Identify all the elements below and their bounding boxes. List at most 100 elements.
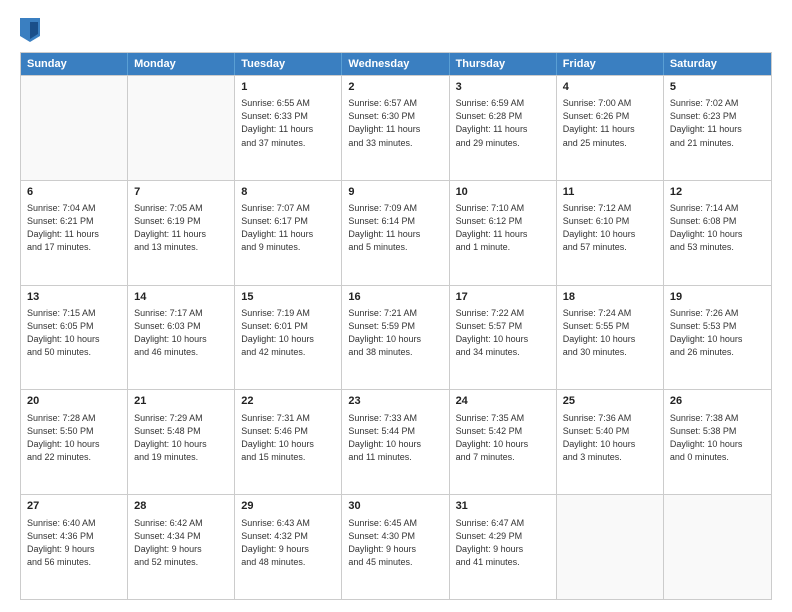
calendar-header: SundayMondayTuesdayWednesdayThursdayFrid… — [21, 53, 771, 75]
day-info: Sunrise: 7:19 AM Sunset: 6:01 PM Dayligh… — [241, 307, 335, 359]
calendar-cell — [21, 76, 128, 180]
calendar-cell: 12 Sunrise: 7:14 AM Sunset: 6:08 PM Dayli… — [664, 181, 771, 285]
day-info: Sunrise: 6:59 AM Sunset: 6:28 PM Dayligh… — [456, 97, 550, 149]
day-info: Sunrise: 7:24 AM Sunset: 5:55 PM Dayligh… — [563, 307, 657, 359]
day-info: Sunrise: 7:14 AM Sunset: 6:08 PM Dayligh… — [670, 202, 765, 254]
day-number: 18 — [563, 290, 657, 305]
day-info: Sunrise: 6:43 AM Sunset: 4:32 PM Dayligh… — [241, 517, 335, 569]
day-header: Thursday — [450, 53, 557, 75]
calendar-body: 1 Sunrise: 6:55 AM Sunset: 6:33 PM Daylig… — [21, 75, 771, 599]
calendar-cell — [557, 495, 664, 599]
day-info: Sunrise: 7:29 AM Sunset: 5:48 PM Dayligh… — [134, 412, 228, 464]
day-info: Sunrise: 7:07 AM Sunset: 6:17 PM Dayligh… — [241, 202, 335, 254]
calendar-cell: 11 Sunrise: 7:12 AM Sunset: 6:10 PM Dayli… — [557, 181, 664, 285]
calendar-cell: 17Sunrise: 7:22 AM Sunset: 5:57 PM Dayli… — [450, 286, 557, 390]
calendar-cell: 24 Sunrise: 7:35 AM Sunset: 5:42 PM Dayli… — [450, 390, 557, 494]
day-info: Sunrise: 7:05 AM Sunset: 6:19 PM Dayligh… — [134, 202, 228, 254]
day-number: 2 — [348, 80, 442, 95]
calendar-cell: 18 Sunrise: 7:24 AM Sunset: 5:55 PM Dayli… — [557, 286, 664, 390]
day-info: Sunrise: 7:00 AM Sunset: 6:26 PM Dayligh… — [563, 97, 657, 149]
day-number: 29 — [241, 499, 335, 514]
day-number: 17 — [456, 290, 550, 305]
day-number: 26 — [670, 394, 765, 409]
calendar-cell: 22 Sunrise: 7:31 AM Sunset: 5:46 PM Dayli… — [235, 390, 342, 494]
day-number: 5 — [670, 80, 765, 95]
day-number: 31 — [456, 499, 550, 514]
day-number: 14 — [134, 290, 228, 305]
calendar-cell: 7Sunrise: 7:05 AM Sunset: 6:19 PM Daylig… — [128, 181, 235, 285]
day-number: 16 — [348, 290, 442, 305]
day-number: 4 — [563, 80, 657, 95]
day-number: 9 — [348, 185, 442, 200]
day-info: Sunrise: 7:26 AM Sunset: 5:53 PM Dayligh… — [670, 307, 765, 359]
day-header: Friday — [557, 53, 664, 75]
day-info: Sunrise: 7:17 AM Sunset: 6:03 PM Dayligh… — [134, 307, 228, 359]
calendar-row: 1 Sunrise: 6:55 AM Sunset: 6:33 PM Daylig… — [21, 75, 771, 180]
calendar-cell: 19Sunrise: 7:26 AM Sunset: 5:53 PM Dayli… — [664, 286, 771, 390]
calendar-cell: 4 Sunrise: 7:00 AM Sunset: 6:26 PM Daylig… — [557, 76, 664, 180]
calendar-row: 6Sunrise: 7:04 AM Sunset: 6:21 PM Daylig… — [21, 180, 771, 285]
day-info: Sunrise: 7:02 AM Sunset: 6:23 PM Dayligh… — [670, 97, 765, 149]
calendar-cell: 26 Sunrise: 7:38 AM Sunset: 5:38 PM Dayli… — [664, 390, 771, 494]
day-info: Sunrise: 7:28 AM Sunset: 5:50 PM Dayligh… — [27, 412, 121, 464]
day-number: 21 — [134, 394, 228, 409]
calendar-cell: 16 Sunrise: 7:21 AM Sunset: 5:59 PM Dayli… — [342, 286, 449, 390]
day-number: 25 — [563, 394, 657, 409]
day-number: 1 — [241, 80, 335, 95]
calendar-cell: 2 Sunrise: 6:57 AM Sunset: 6:30 PM Daylig… — [342, 76, 449, 180]
calendar-cell: 31 Sunrise: 6:47 AM Sunset: 4:29 PM Dayli… — [450, 495, 557, 599]
day-number: 23 — [348, 394, 442, 409]
day-number: 28 — [134, 499, 228, 514]
day-info: Sunrise: 7:35 AM Sunset: 5:42 PM Dayligh… — [456, 412, 550, 464]
logo-icon — [20, 18, 40, 42]
header — [20, 18, 772, 42]
day-number: 24 — [456, 394, 550, 409]
day-info: Sunrise: 7:04 AM Sunset: 6:21 PM Dayligh… — [27, 202, 121, 254]
day-number: 22 — [241, 394, 335, 409]
calendar-cell — [128, 76, 235, 180]
calendar-cell: 29 Sunrise: 6:43 AM Sunset: 4:32 PM Dayli… — [235, 495, 342, 599]
day-info: Sunrise: 7:15 AM Sunset: 6:05 PM Dayligh… — [27, 307, 121, 359]
day-info: Sunrise: 7:10 AM Sunset: 6:12 PM Dayligh… — [456, 202, 550, 254]
day-info: Sunrise: 6:55 AM Sunset: 6:33 PM Dayligh… — [241, 97, 335, 149]
calendar-cell: 5 Sunrise: 7:02 AM Sunset: 6:23 PM Daylig… — [664, 76, 771, 180]
day-info: Sunrise: 6:45 AM Sunset: 4:30 PM Dayligh… — [348, 517, 442, 569]
day-number: 11 — [563, 185, 657, 200]
day-number: 15 — [241, 290, 335, 305]
calendar-cell: 1 Sunrise: 6:55 AM Sunset: 6:33 PM Daylig… — [235, 76, 342, 180]
day-info: Sunrise: 6:40 AM Sunset: 4:36 PM Dayligh… — [27, 517, 121, 569]
logo — [20, 18, 44, 42]
day-number: 12 — [670, 185, 765, 200]
calendar-row: 13Sunrise: 7:15 AM Sunset: 6:05 PM Dayli… — [21, 285, 771, 390]
calendar-cell: 9 Sunrise: 7:09 AM Sunset: 6:14 PM Daylig… — [342, 181, 449, 285]
day-info: Sunrise: 7:38 AM Sunset: 5:38 PM Dayligh… — [670, 412, 765, 464]
day-number: 30 — [348, 499, 442, 514]
day-header: Monday — [128, 53, 235, 75]
day-header: Wednesday — [342, 53, 449, 75]
day-info: Sunrise: 7:33 AM Sunset: 5:44 PM Dayligh… — [348, 412, 442, 464]
day-info: Sunrise: 7:12 AM Sunset: 6:10 PM Dayligh… — [563, 202, 657, 254]
day-info: Sunrise: 6:47 AM Sunset: 4:29 PM Dayligh… — [456, 517, 550, 569]
day-number: 20 — [27, 394, 121, 409]
calendar-cell: 15 Sunrise: 7:19 AM Sunset: 6:01 PM Dayli… — [235, 286, 342, 390]
day-info: Sunrise: 7:21 AM Sunset: 5:59 PM Dayligh… — [348, 307, 442, 359]
day-number: 27 — [27, 499, 121, 514]
day-info: Sunrise: 6:57 AM Sunset: 6:30 PM Dayligh… — [348, 97, 442, 149]
calendar-row: 27 Sunrise: 6:40 AM Sunset: 4:36 PM Dayli… — [21, 494, 771, 599]
calendar-cell — [664, 495, 771, 599]
calendar-cell: 21 Sunrise: 7:29 AM Sunset: 5:48 PM Dayli… — [128, 390, 235, 494]
calendar-cell: 28 Sunrise: 6:42 AM Sunset: 4:34 PM Dayli… — [128, 495, 235, 599]
calendar-row: 20 Sunrise: 7:28 AM Sunset: 5:50 PM Dayli… — [21, 389, 771, 494]
day-info: Sunrise: 6:42 AM Sunset: 4:34 PM Dayligh… — [134, 517, 228, 569]
day-number: 10 — [456, 185, 550, 200]
calendar-cell: 6Sunrise: 7:04 AM Sunset: 6:21 PM Daylig… — [21, 181, 128, 285]
calendar-cell: 30 Sunrise: 6:45 AM Sunset: 4:30 PM Dayli… — [342, 495, 449, 599]
day-header: Sunday — [21, 53, 128, 75]
day-info: Sunrise: 7:09 AM Sunset: 6:14 PM Dayligh… — [348, 202, 442, 254]
calendar: SundayMondayTuesdayWednesdayThursdayFrid… — [20, 52, 772, 600]
day-header: Saturday — [664, 53, 771, 75]
day-header: Tuesday — [235, 53, 342, 75]
day-number: 8 — [241, 185, 335, 200]
calendar-cell: 20 Sunrise: 7:28 AM Sunset: 5:50 PM Dayli… — [21, 390, 128, 494]
day-info: Sunrise: 7:31 AM Sunset: 5:46 PM Dayligh… — [241, 412, 335, 464]
